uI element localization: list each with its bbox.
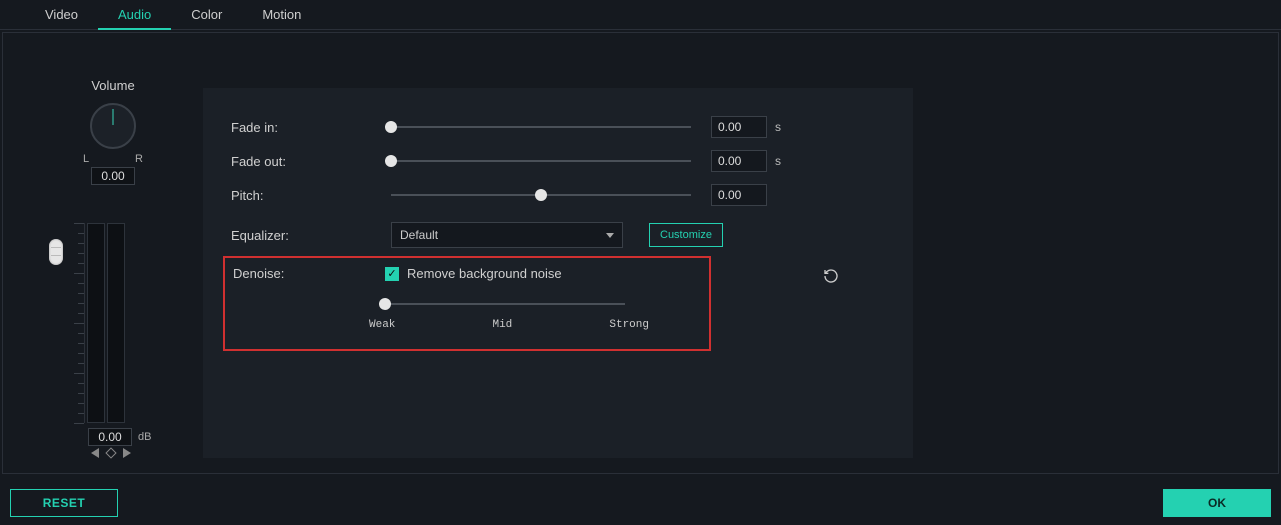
denoise-mid-label: Mid [492,319,512,331]
chevron-down-icon [606,233,614,238]
fade-in-value[interactable]: 0.00 [711,116,767,138]
reset-button[interactable]: RESET [10,489,118,517]
audio-panel: Volume L R 0.00 0.00 dB Fade in: 0.00 [2,32,1279,474]
fade-in-slider[interactable] [391,126,691,128]
fade-in-unit: s [775,120,781,134]
denoise-label: Denoise: [233,266,385,281]
tab-audio[interactable]: Audio [98,0,171,30]
volume-fader[interactable] [49,239,63,265]
fade-out-slider[interactable] [391,160,691,162]
tab-bar: Video Audio Color Motion [0,0,1281,30]
equalizer-selected-value: Default [400,223,438,247]
next-keyframe-icon[interactable] [123,448,131,458]
ok-button[interactable]: OK [1163,489,1271,517]
fade-out-unit: s [775,154,781,168]
customize-button[interactable]: Customize [649,223,723,247]
equalizer-select[interactable]: Default [391,222,623,248]
pitch-value[interactable]: 0.00 [711,184,767,206]
equalizer-label: Equalizer: [231,228,391,243]
denoise-strength-slider[interactable] [385,303,625,305]
denoise-weak-label: Weak [369,319,395,331]
prev-keyframe-icon[interactable] [91,448,99,458]
pan-value[interactable]: 0.00 [91,167,135,185]
audio-settings-panel: Fade in: 0.00 s Fade out: 0.00 s Pitch: … [203,88,913,458]
meter-left [87,223,105,423]
meter-scale [53,223,85,423]
fade-in-label: Fade in: [231,120,391,135]
reset-section-icon[interactable] [823,268,839,284]
db-value[interactable]: 0.00 [88,428,132,446]
volume-meters [53,223,163,423]
fade-out-value[interactable]: 0.00 [711,150,767,172]
fade-out-label: Fade out: [231,154,391,169]
denoise-highlight: Denoise: ✓ Remove background noise Weak … [223,256,711,351]
denoise-checkbox[interactable]: ✓ [385,267,399,281]
denoise-strong-label: Strong [609,319,649,331]
db-unit: dB [138,431,151,443]
denoise-checkbox-label: Remove background noise [407,266,562,281]
tab-color[interactable]: Color [171,0,242,30]
tab-motion[interactable]: Motion [242,0,321,30]
pitch-label: Pitch: [231,188,391,203]
pitch-slider[interactable] [391,194,691,196]
pan-knob[interactable] [83,99,143,159]
volume-title: Volume [91,78,134,93]
meter-right [107,223,125,423]
tab-video[interactable]: Video [25,0,98,30]
add-keyframe-icon[interactable] [105,447,116,458]
keyframe-controls [91,448,131,458]
volume-section: Volume L R 0.00 [63,78,163,185]
